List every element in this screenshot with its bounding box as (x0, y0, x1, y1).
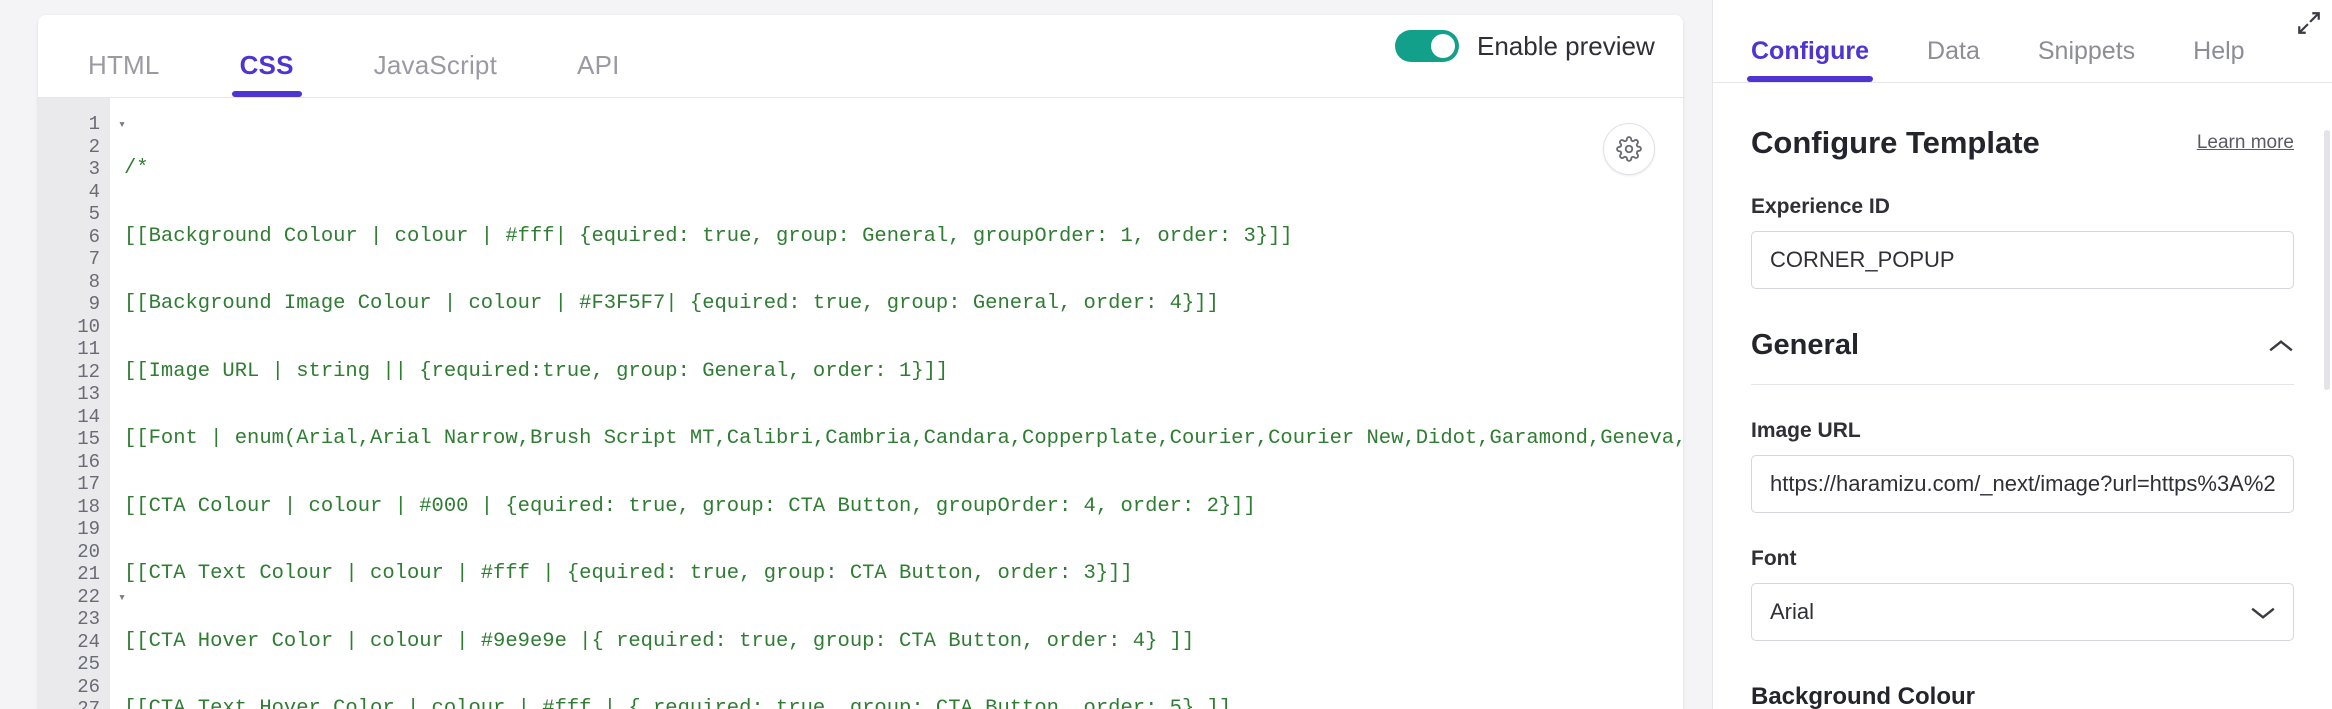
code-line: /* (124, 157, 149, 180)
line-number: 18 (77, 495, 100, 518)
code-line: [[CTA Colour | colour | #000 | {equired:… (124, 494, 1256, 518)
app-root: HTML CSS JavaScript API 1 ▾ 2 3 4 5 6 7 8… (0, 0, 2332, 709)
line-number: 13 (77, 383, 100, 405)
code-text[interactable]: /* [[Background Colour | colour | #fff| … (110, 98, 1683, 709)
expand-icon[interactable] (2296, 10, 2322, 36)
tab-css[interactable]: CSS (230, 50, 304, 97)
line-number: 5 (88, 203, 100, 225)
tab-snippets[interactable]: Snippets (2034, 37, 2139, 82)
line-number: 17 (77, 473, 100, 495)
tab-configure[interactable]: Configure (1747, 37, 1874, 82)
line-number: 24 (77, 630, 100, 653)
page-title: Configure Template (1751, 125, 2040, 160)
general-section-header[interactable]: General (1751, 329, 2294, 385)
tab-javascript[interactable]: JavaScript (364, 50, 507, 97)
code-line: [[Image URL | string || {required:true, … (124, 359, 949, 383)
toggle-knob (1431, 34, 1455, 58)
line-number: 27 (77, 698, 100, 709)
chevron-up-icon (2269, 339, 2293, 351)
code-area[interactable]: 1 ▾ 2 3 4 5 6 7 8 9 10 11 12 13 14 15 16 … (38, 98, 1683, 709)
tab-help[interactable]: Help (2189, 37, 2248, 82)
config-scrollbar[interactable] (2324, 130, 2330, 390)
learn-more-link[interactable]: Learn more (2197, 132, 2294, 154)
code-line: [[Font | enum(Arial,Arial Narrow,Brush S… (124, 427, 1683, 450)
line-number: 25 (77, 653, 100, 675)
line-number: 12 (77, 360, 100, 383)
line-number: 3 (88, 158, 100, 180)
font-label: Font (1751, 547, 1797, 570)
line-number: 2 (88, 135, 100, 158)
enable-preview-label: Enable preview (1477, 30, 1655, 61)
tab-api[interactable]: API (567, 50, 630, 97)
tab-data[interactable]: Data (1923, 37, 1984, 82)
tab-html[interactable]: HTML (78, 50, 170, 97)
line-number: 23 (77, 608, 100, 630)
code-line: [[Background Colour | colour | #fff| {eq… (124, 224, 1293, 248)
general-section-title: General (1751, 329, 1859, 361)
line-number: 10 (77, 315, 100, 338)
line-number: 26 (77, 675, 100, 698)
code-line: [[Background Image Colour | colour | #F3… (124, 292, 1219, 315)
code-line: [[CTA Hover Color | colour | #9e9e9e |{ … (124, 629, 1195, 653)
line-number: 22 ▾ (77, 585, 126, 608)
background-colour-label: Background Colour (1751, 683, 1976, 709)
line-number: 21 (77, 563, 100, 585)
image-url-input[interactable] (1751, 455, 2294, 513)
config-body: Configure Template Learn more Experience… (1713, 125, 2332, 709)
line-number: 1 ▾ (88, 113, 126, 135)
line-number: 20 (77, 540, 100, 563)
configure-panel: Configure Data Snippets Help Configure T… (1712, 0, 2332, 709)
line-number: 15 (77, 428, 100, 450)
enable-preview-control[interactable]: Enable preview (1395, 30, 1655, 62)
experience-id-input[interactable] (1751, 231, 2294, 289)
line-number: 14 (77, 405, 100, 428)
line-number: 11 (77, 338, 100, 360)
line-number: 9 (88, 293, 100, 315)
code-line: [[CTA Text Colour | colour | #fff | {equ… (124, 562, 1133, 585)
line-number: 19 (77, 518, 100, 540)
font-select-wrapper[interactable] (1751, 583, 2294, 641)
editor-settings-button[interactable] (1603, 123, 1655, 175)
line-number: 16 (77, 450, 100, 473)
code-editor-panel: HTML CSS JavaScript API 1 ▾ 2 3 4 5 6 7 8… (38, 15, 1683, 709)
line-number: 7 (88, 248, 100, 270)
code-line: [[CTA Text Hover Color | colour | #fff |… (124, 697, 1232, 709)
config-tab-bar: Configure Data Snippets Help (1713, 0, 2332, 83)
line-number-gutter: 1 ▾ 2 3 4 5 6 7 8 9 10 11 12 13 14 15 16 … (38, 98, 126, 709)
line-number: 6 (88, 225, 100, 248)
fold-arrow-icon[interactable]: ▾ (114, 587, 126, 610)
enable-preview-toggle[interactable] (1395, 30, 1459, 62)
fold-arrow-icon[interactable]: ▾ (114, 114, 126, 137)
experience-id-label: Experience ID (1751, 195, 1890, 218)
gear-icon (1616, 136, 1642, 162)
image-url-label: Image URL (1751, 419, 1861, 442)
config-title-row: Configure Template Learn more (1751, 125, 2294, 161)
font-select[interactable] (1751, 583, 2294, 641)
line-number: 4 (88, 180, 100, 203)
line-number: 8 (88, 270, 100, 293)
